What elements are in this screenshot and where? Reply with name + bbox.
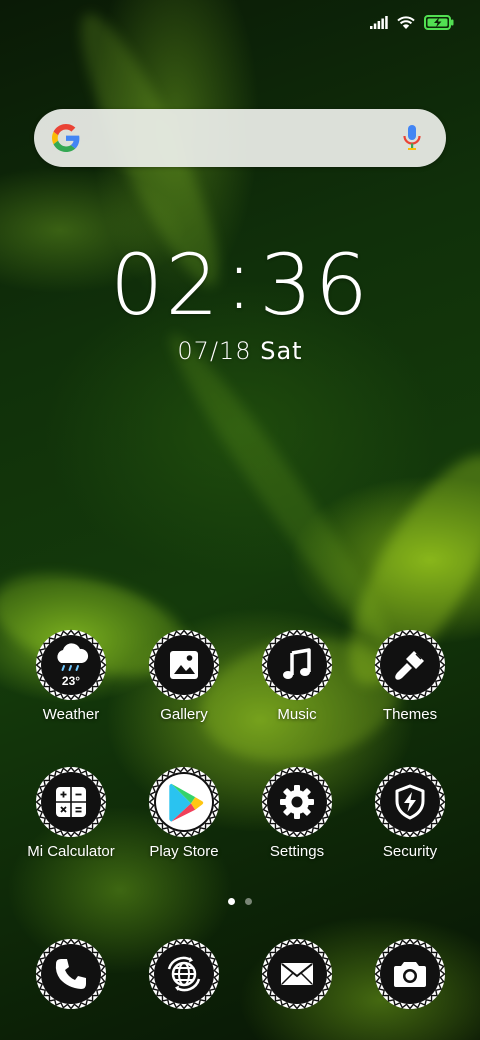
app-label: Mi Calculator (27, 843, 115, 860)
app-icon-badge (148, 938, 220, 1010)
page-indicator[interactable] (0, 898, 480, 905)
app-icon-badge (35, 938, 107, 1010)
app-gallery[interactable]: Gallery (128, 629, 240, 724)
home-screen: 02:36 07/18 Sat 23° Weather Gallery Musi… (0, 0, 480, 1040)
app-weather[interactable]: 23° Weather (15, 629, 127, 724)
app-themes[interactable]: Themes (354, 629, 466, 724)
app-icon-badge (35, 766, 107, 838)
gallery-picture-icon (170, 651, 198, 679)
app-label: Gallery (160, 706, 208, 723)
date-text: 07/18 (177, 337, 252, 365)
app-mi-calculator[interactable]: Mi Calculator (15, 766, 127, 861)
dock-camera[interactable] (354, 938, 466, 1010)
app-icon-badge (374, 629, 446, 701)
music-note-icon (283, 648, 311, 679)
app-security[interactable]: Security (354, 766, 466, 861)
browser-globe-icon (167, 956, 201, 992)
page-dot-active[interactable] (228, 898, 235, 905)
clock-time[interactable]: 02:36 (0, 234, 480, 330)
google-g-logo (52, 124, 80, 152)
microphone-icon[interactable] (402, 124, 422, 152)
app-icon-badge (374, 766, 446, 838)
app-label: Settings (269, 843, 325, 860)
wifi-icon (396, 15, 416, 30)
app-icon-badge (148, 766, 220, 838)
calculator-icon (56, 787, 86, 817)
app-icon-badge (374, 938, 446, 1010)
app-icon-badge (261, 629, 333, 701)
clock-hours: 02 (109, 236, 221, 334)
clock-minutes: 36 (259, 236, 371, 334)
dock-messages[interactable] (241, 938, 353, 1010)
day-of-week: Sat (260, 337, 303, 365)
app-icon-badge (261, 766, 333, 838)
app-play-store[interactable]: Play Store (128, 766, 240, 861)
page-dot[interactable] (245, 898, 252, 905)
app-icon-badge (148, 629, 220, 701)
cellular-signal-icon (370, 15, 388, 29)
app-label: Weather (42, 706, 100, 723)
shield-bolt-icon (395, 784, 425, 820)
play-store-icon (156, 774, 212, 830)
app-icon-badge: 23° (35, 629, 107, 701)
app-label: Play Store (149, 843, 219, 860)
paintbrush-icon (395, 651, 424, 680)
app-label: Themes (382, 706, 438, 723)
messages-envelope-icon (281, 963, 313, 985)
app-music[interactable]: Music (241, 629, 353, 724)
gear-icon (280, 785, 314, 819)
app-settings[interactable]: Settings (241, 766, 353, 861)
battery-charging-icon (424, 14, 454, 30)
phone-icon (55, 959, 86, 989)
clock-separator: : (224, 230, 256, 328)
google-search-bar[interactable] (34, 109, 446, 167)
dock-phone[interactable] (15, 938, 127, 1010)
app-icon-badge (261, 938, 333, 1010)
app-label: Security (382, 843, 438, 860)
status-bar (370, 10, 454, 34)
app-label: Music (277, 706, 317, 723)
camera-icon (394, 962, 426, 987)
clock-date: 07/18 Sat (0, 337, 480, 365)
weather-temperature: 23° (61, 674, 81, 688)
dock-browser[interactable] (128, 938, 240, 1010)
